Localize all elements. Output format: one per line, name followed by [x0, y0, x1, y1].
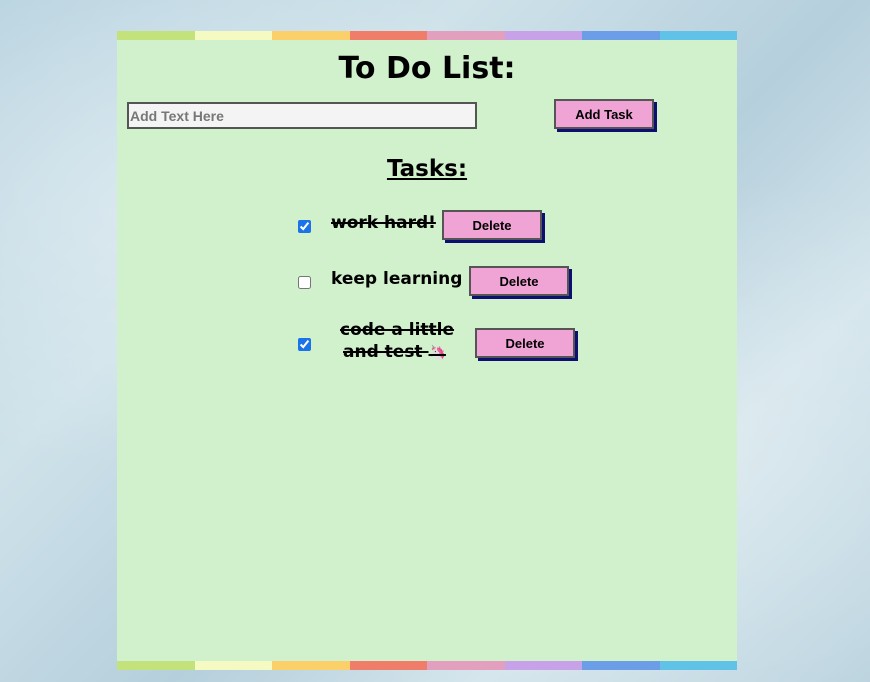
task-checkbox[interactable] — [298, 338, 311, 351]
stripe-segment — [272, 661, 350, 670]
task-checkbox[interactable] — [298, 276, 311, 289]
stripe-segment — [582, 31, 660, 40]
task-text-line: code a little — [340, 320, 455, 340]
page-title: To Do List: — [338, 51, 516, 86]
stripe-segment — [504, 31, 582, 40]
stripe-segment — [349, 661, 427, 670]
stripe-segment — [504, 661, 582, 670]
stripe-segment — [349, 31, 427, 40]
task-text: work hard! — [331, 213, 436, 233]
add-task-button[interactable]: Add Task — [554, 99, 654, 129]
task-text: keep learning — [331, 269, 463, 289]
unicorn-icon: 🦄 — [428, 345, 446, 361]
rainbow-stripe-top — [117, 31, 737, 40]
delete-button[interactable]: Delete — [469, 266, 569, 296]
stripe-segment — [659, 31, 737, 40]
stripe-segment — [427, 661, 505, 670]
rainbow-stripe-bottom — [117, 661, 737, 670]
task-checkbox[interactable] — [298, 220, 311, 233]
tasks-heading: Tasks: — [386, 156, 468, 182]
stripe-segment — [194, 661, 272, 670]
delete-button[interactable]: Delete — [442, 210, 542, 240]
stripe-segment — [117, 31, 195, 40]
stripe-segment — [427, 31, 505, 40]
stripe-segment — [117, 661, 195, 670]
stripe-segment — [582, 661, 660, 670]
stripe-segment — [659, 661, 737, 670]
task-input[interactable] — [127, 102, 477, 129]
stripe-segment — [272, 31, 350, 40]
task-text-line: and test 🦄 — [343, 342, 446, 362]
task-text-fragment: and test — [343, 342, 423, 362]
todo-card: To Do List: Add Task Tasks: work hard! D… — [117, 31, 737, 670]
delete-button[interactable]: Delete — [475, 328, 575, 358]
stripe-segment — [194, 31, 272, 40]
